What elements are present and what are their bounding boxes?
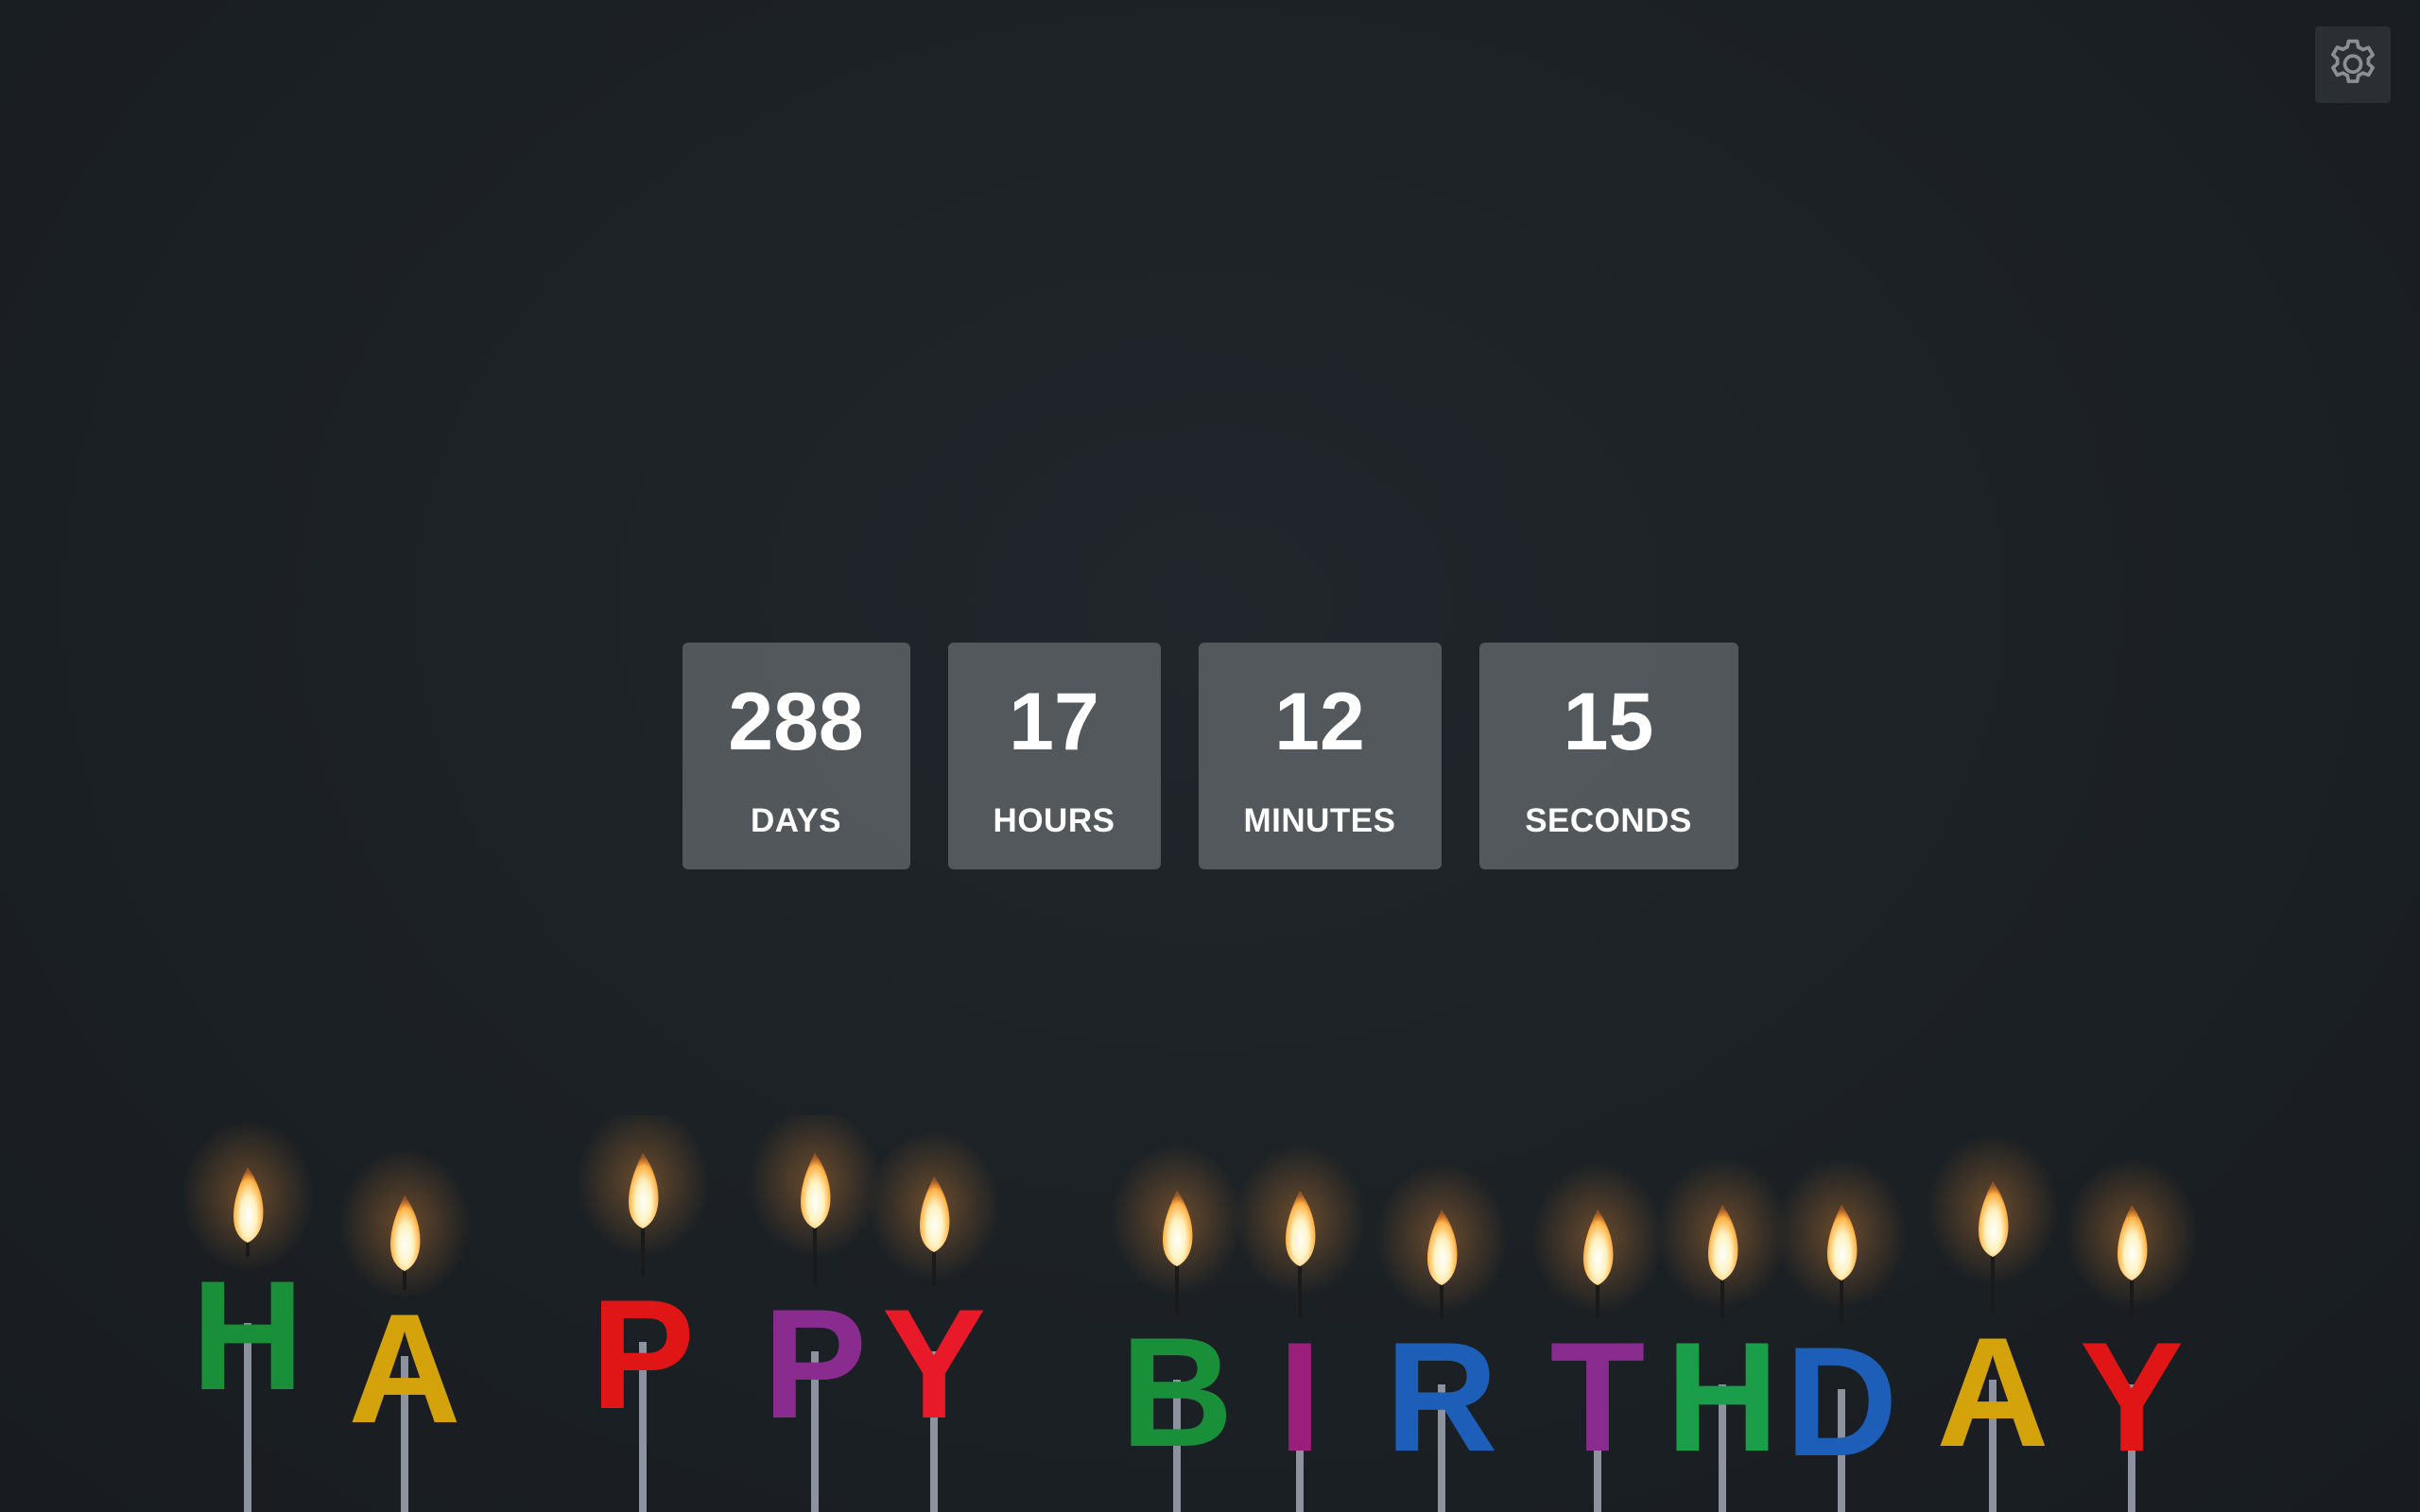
- seconds-label: SECONDS: [1525, 802, 1692, 839]
- days-label: DAYS: [750, 802, 842, 839]
- candle-letter: Y: [882, 1277, 986, 1451]
- minutes-label: MINUTES: [1243, 802, 1396, 839]
- seconds-value: 15: [1563, 677, 1654, 767]
- gear-icon: [2331, 39, 2375, 83]
- candle-wick: [1991, 1247, 1995, 1314]
- days-value: 288: [728, 677, 864, 767]
- hours-value: 17: [1009, 677, 1099, 767]
- settings-button[interactable]: [2315, 26, 2391, 103]
- candle-letter: H: [191, 1248, 303, 1422]
- candle-letter: R: [1385, 1310, 1497, 1484]
- candle-letter: D: [1785, 1314, 1897, 1488]
- minutes-tile: 12 MINUTES: [1198, 643, 1442, 869]
- countdown-timer: 288 DAYS 17 HOURS 12 MINUTES 15 SECONDS: [0, 643, 2420, 869]
- countdown-screen: HAPPYBIRTHDAY 288 DAYS 17 HOURS 12 MINUT…: [0, 0, 2420, 1512]
- candle-letter: P: [591, 1267, 695, 1441]
- candle-letter: Y: [2080, 1310, 2184, 1484]
- hours-tile: 17 HOURS: [947, 643, 1161, 869]
- candle-wick: [813, 1219, 817, 1285]
- candle-letter: A: [1936, 1305, 2048, 1479]
- seconds-tile: 15 SECONDS: [1478, 643, 1738, 869]
- candle-letter: B: [1120, 1305, 1233, 1479]
- birthday-candles-background: HAPPYBIRTHDAY: [182, 1115, 2198, 1512]
- minutes-value: 12: [1274, 677, 1365, 767]
- days-tile: 288 DAYS: [682, 643, 910, 869]
- candle-letter: I: [1278, 1310, 1322, 1484]
- candle-letter: T: [1550, 1310, 1646, 1484]
- candle-letter: P: [763, 1277, 867, 1451]
- hours-label: HOURS: [993, 802, 1115, 839]
- candle-letter: A: [348, 1281, 460, 1455]
- candle-letter: H: [1666, 1310, 1778, 1484]
